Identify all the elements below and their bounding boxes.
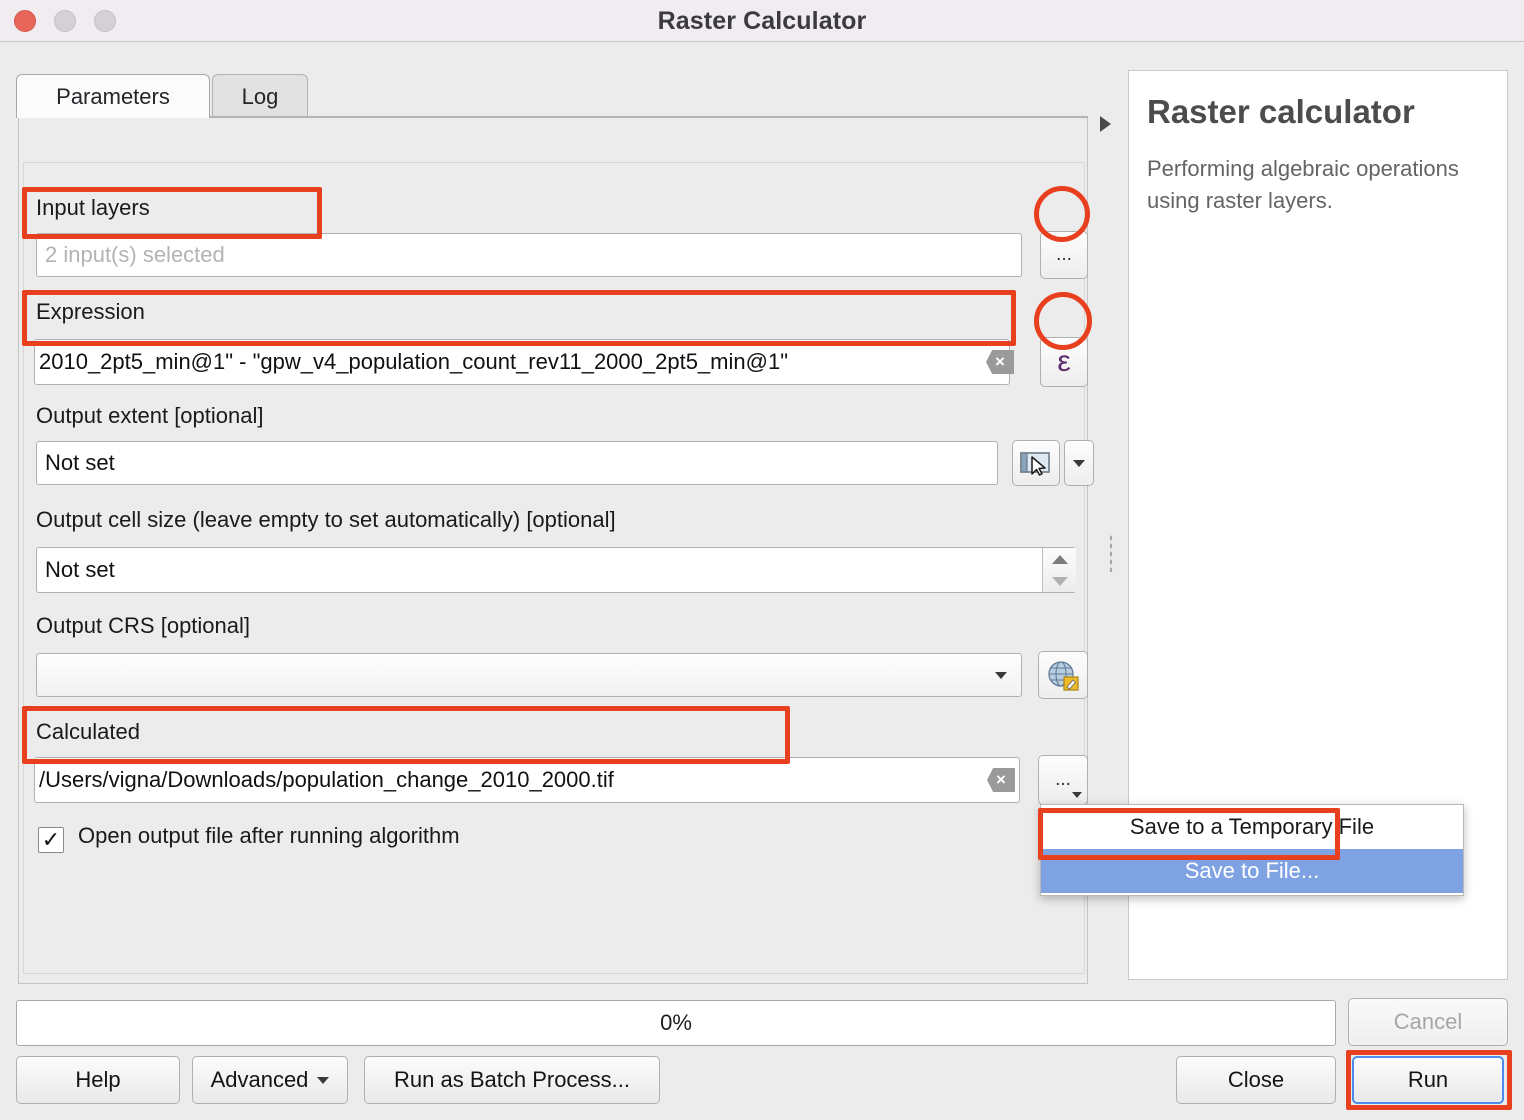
chevron-down-icon — [1072, 792, 1082, 798]
input-layers-browse-button[interactable]: ... — [1040, 231, 1088, 279]
parameters-scroll-area: Input layers 2 input(s) selected ... Exp… — [23, 162, 1085, 974]
calculated-browse-button[interactable]: ... — [1038, 755, 1088, 805]
parameters-panel: Input layers 2 input(s) selected ... Exp… — [18, 118, 1088, 984]
tab-parameters[interactable]: Parameters — [16, 74, 210, 118]
advanced-button[interactable]: Advanced — [192, 1056, 348, 1104]
epsilon-icon: ε — [1057, 345, 1070, 379]
output-crs-combobox[interactable] — [36, 653, 1022, 697]
menu-item-save-to-file[interactable]: Save to File... — [1041, 849, 1463, 893]
output-extent-dropdown-button[interactable] — [1064, 440, 1094, 486]
output-crs-label: Output CRS [optional] — [36, 613, 250, 639]
open-output-label: Open output file after running algorithm — [78, 823, 460, 849]
cancel-button[interactable]: Cancel — [1348, 998, 1508, 1046]
save-output-menu: Save to a Temporary File Save to File... — [1040, 804, 1464, 896]
help-button[interactable]: Help — [16, 1056, 180, 1104]
output-crs-select-button[interactable] — [1038, 651, 1088, 699]
output-extent-map-button[interactable] — [1012, 440, 1060, 486]
menu-item-save-to-file-label: Save to File... — [1185, 858, 1320, 884]
close-button-label: Close — [1228, 1067, 1284, 1093]
chevron-down-icon — [1073, 460, 1085, 467]
check-icon: ✓ — [42, 827, 60, 853]
run-button-label: Run — [1408, 1067, 1448, 1093]
run-as-batch-button-label: Run as Batch Process... — [394, 1067, 630, 1093]
menu-item-save-temporary[interactable]: Save to a Temporary File — [1041, 805, 1463, 849]
output-cell-size-value: Not set — [45, 557, 115, 583]
ellipsis-icon: ... — [1056, 244, 1072, 266]
tab-parameters-label: Parameters — [56, 84, 170, 110]
chevron-down-icon — [995, 672, 1007, 679]
output-extent-label: Output extent [optional] — [36, 403, 264, 429]
globe-crs-icon — [1046, 659, 1080, 691]
open-output-checkbox[interactable]: ✓ — [38, 827, 64, 853]
output-cell-size-stepper[interactable] — [1042, 548, 1076, 592]
advanced-button-label: Advanced — [211, 1067, 309, 1093]
dialog-body: Parameters Log Input layers 2 input(s) s… — [0, 42, 1524, 1120]
calculated-output-field[interactable]: /Users/vigna/Downloads/population_change… — [34, 757, 1020, 803]
tab-bar: Parameters Log — [16, 74, 1088, 118]
calculated-label: Calculated — [36, 719, 140, 745]
progress-text: 0% — [660, 1010, 692, 1036]
tab-log-label: Log — [242, 84, 279, 110]
stepper-down-icon[interactable] — [1052, 577, 1068, 586]
output-cell-size-label: Output cell size (leave empty to set aut… — [36, 507, 616, 533]
help-button-label: Help — [75, 1067, 120, 1093]
chevron-down-icon — [317, 1077, 329, 1084]
panel-splitter-handle[interactable] — [1109, 534, 1113, 572]
expression-field[interactable]: 2010_2pt5_min@1" - "gpw_v4_population_co… — [34, 339, 1010, 385]
cancel-button-label: Cancel — [1394, 1009, 1462, 1035]
stepper-up-icon[interactable] — [1052, 555, 1068, 564]
select-extent-on-canvas-icon — [1019, 449, 1053, 477]
close-button[interactable]: Close — [1176, 1056, 1336, 1104]
output-cell-size-field[interactable]: Not set — [36, 547, 1076, 593]
input-layers-field[interactable]: 2 input(s) selected — [36, 233, 1022, 277]
help-title: Raster calculator — [1147, 93, 1491, 131]
expression-clear-glyph: × — [995, 352, 1005, 372]
window-title: Raster Calculator — [0, 0, 1524, 42]
calculated-clear-glyph: × — [996, 770, 1006, 790]
run-as-batch-button[interactable]: Run as Batch Process... — [364, 1056, 660, 1104]
window-titlebar: Raster Calculator — [0, 0, 1524, 42]
input-layers-placeholder: 2 input(s) selected — [45, 242, 225, 268]
help-description: Performing algebraic operations using ra… — [1147, 153, 1467, 217]
input-layers-label: Input layers — [36, 195, 150, 221]
calculated-output-value: /Users/vigna/Downloads/population_change… — [39, 767, 614, 793]
run-button[interactable]: Run — [1352, 1056, 1504, 1104]
expression-value: 2010_2pt5_min@1" - "gpw_v4_population_co… — [39, 349, 788, 375]
progress-bar: 0% — [16, 1000, 1336, 1046]
tab-log[interactable]: Log — [212, 74, 308, 118]
output-extent-value: Not set — [45, 450, 115, 476]
expression-label: Expression — [36, 299, 145, 325]
menu-item-save-temporary-label: Save to a Temporary File — [1130, 814, 1374, 840]
output-extent-field[interactable]: Not set — [36, 441, 998, 485]
ellipsis-icon: ... — [1055, 769, 1071, 791]
expression-builder-button[interactable]: ε — [1040, 337, 1088, 387]
help-panel-collapse-arrow-icon[interactable] — [1100, 116, 1111, 132]
